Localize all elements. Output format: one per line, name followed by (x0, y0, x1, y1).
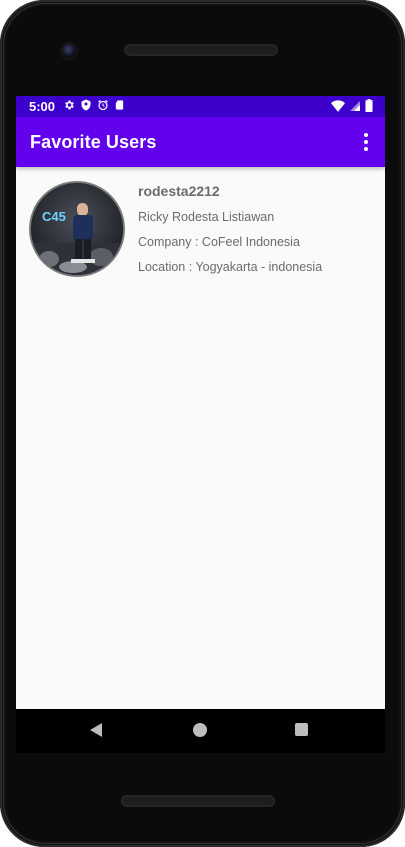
menu-dot (364, 140, 368, 144)
top-speaker-grille (124, 44, 278, 56)
battery-icon (365, 99, 373, 115)
shield-icon (80, 99, 92, 114)
status-time: 5:00 (29, 99, 56, 114)
list-item[interactable]: C45 rodesta2212 Ricky Rodesta Listiawan … (16, 167, 385, 285)
phone-frame: 5:00 Favorite Users C45 rodesta2212 Rick… (0, 0, 405, 847)
favorite-users-list: C45 rodesta2212 Ricky Rodesta Listiawan … (16, 167, 385, 285)
more-vert-icon[interactable] (359, 131, 373, 153)
user-info: rodesta2212 Ricky Rodesta Listiawan Comp… (138, 183, 378, 284)
front-camera (62, 44, 76, 58)
status-system-icons (331, 99, 373, 115)
page-title: Favorite Users (30, 132, 157, 152)
user-company: Company : CoFeel Indonesia (138, 235, 300, 249)
user-location: Location : Yogyakarta - indonesia (138, 260, 323, 274)
wifi-icon (331, 99, 345, 115)
app-toolbar: Favorite Users (16, 117, 385, 167)
bottom-speaker-grille (121, 795, 275, 807)
alarm-icon (97, 99, 109, 114)
menu-dot (364, 133, 368, 137)
status-bar: 5:00 (16, 96, 385, 117)
username: rodesta2212 (138, 183, 220, 199)
user-full-name: Ricky Rodesta Listiawan (138, 210, 275, 224)
home-circle-icon[interactable] (193, 723, 207, 737)
cell-signal-icon (349, 100, 361, 115)
user-avatar: C45 (29, 181, 125, 277)
back-triangle-icon[interactable] (90, 723, 102, 737)
gear-icon (63, 99, 75, 114)
system-navigation-bar (16, 709, 385, 753)
svg-text:C45: C45 (42, 209, 66, 224)
menu-dot (364, 147, 368, 151)
app-screen: 5:00 Favorite Users C45 rodesta2212 Rick… (16, 96, 385, 709)
recents-square-icon[interactable] (295, 723, 308, 736)
sd-card-icon (114, 99, 125, 114)
status-notification-icons (63, 99, 125, 114)
